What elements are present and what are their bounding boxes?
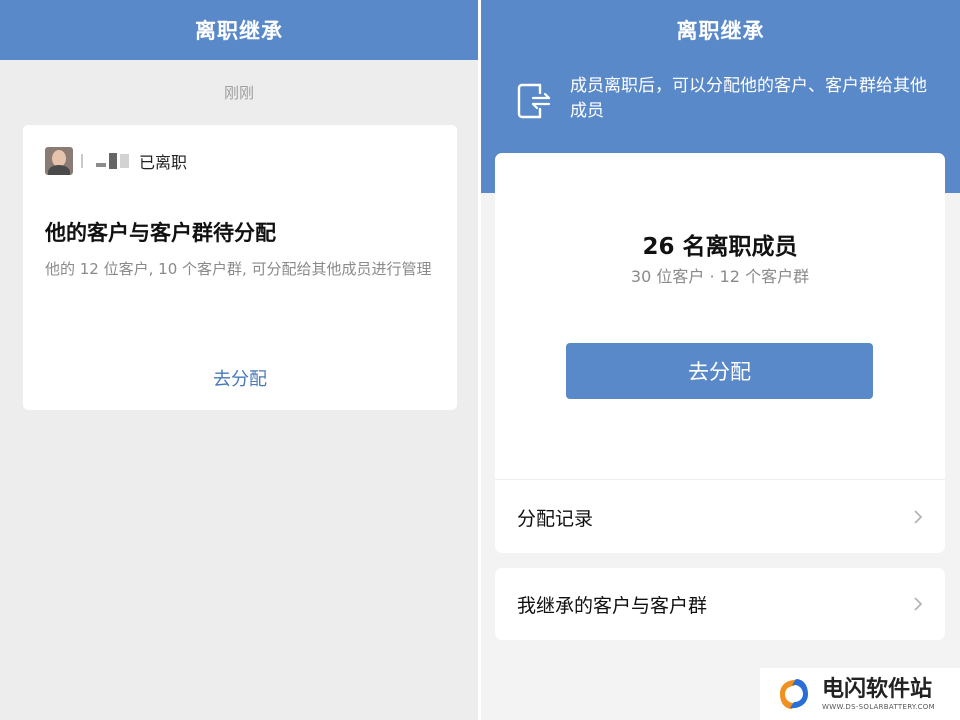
resigned-members-count: 26 名离职成员 [642,234,798,260]
right-page-title: 离职继承 [676,19,765,43]
left-panel: 离职继承 刚刚 已离职 他的客户与客户群待分配 他的 12 位客户, 10 个客… [0,0,478,720]
resigned-status-label: 已离职 [139,153,188,172]
notification-card[interactable]: 已离职 他的客户与客户群待分配 他的 12 位客户, 10 个客户群, 可分配给… [23,125,457,410]
left-navbar: 离职继承 [0,0,478,60]
chevron-right-icon [914,510,923,524]
watermark-url: WWW.DS-SOLARBATTERY.COM [822,703,935,711]
assignment-records-item[interactable]: 分配记录 [495,480,945,554]
watermark-logo-icon [780,679,808,709]
customers-summary: 30 位客户 · 12 个客户群 [630,267,810,286]
inherited-customers-label: 我继承的客户与客户群 [517,594,708,617]
redacted-name [81,153,129,169]
notification-title: 他的客户与客户群待分配 [45,221,276,245]
notification-body: 他的 12 位客户, 10 个客户群, 可分配给其他成员进行管理 [45,260,432,278]
intro-text: 成员离职后，可以分配他的客户、客户群给其他成员 [570,76,927,121]
right-panel: 离职继承 成员离职后，可以分配他的客户、客户群给其他成员 26 名离职成员 30… [481,0,960,720]
watermark: 电闪软件站 WWW.DS-SOLARBATTERY.COM [760,668,960,720]
chevron-right-icon [914,597,923,611]
go-assign-link[interactable]: 去分配 [23,365,457,391]
left-page-title: 离职继承 [195,19,283,43]
avatar [45,147,73,175]
summary-card: 26 名离职成员 30 位客户 · 12 个客户群 去分配 分配记录 [495,153,945,553]
watermark-name: 电闪软件站 [822,677,933,702]
inherited-customers-item[interactable]: 我继承的客户与客户群 [495,568,945,640]
notification-header: 已离职 [45,147,187,175]
inherited-card: 我继承的客户与客户群 [495,568,945,640]
right-navbar: 离职继承 [481,0,960,60]
exit-icon [517,83,551,119]
go-assign-button[interactable]: 去分配 [566,343,873,399]
message-timestamp: 刚刚 [223,84,254,102]
assignment-records-label: 分配记录 [517,507,594,530]
